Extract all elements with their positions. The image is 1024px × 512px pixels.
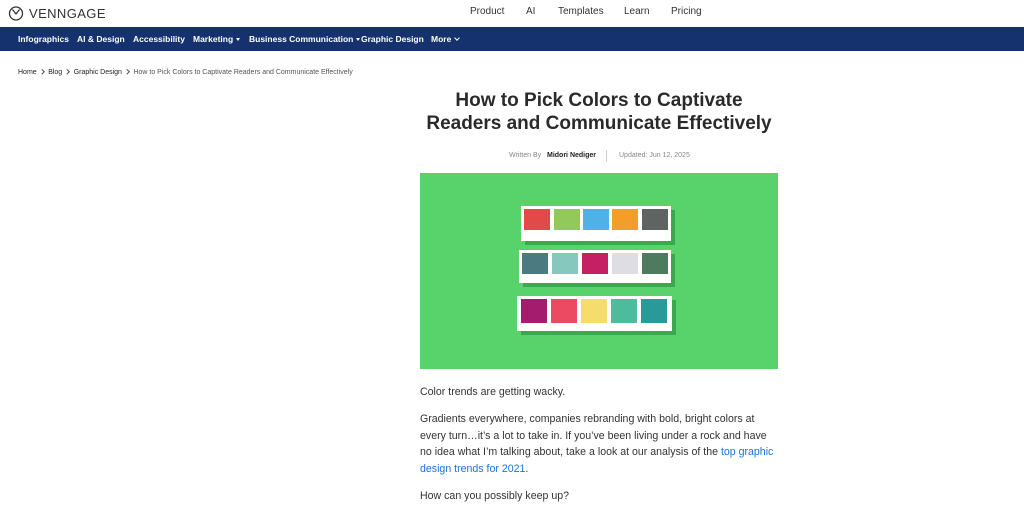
hero-image xyxy=(420,173,778,369)
breadcrumb-graphic-design[interactable]: Graphic Design xyxy=(74,69,122,76)
palette-strip xyxy=(519,250,671,283)
meta-divider xyxy=(606,150,607,162)
paragraph-text: Gradients everywhere, companies rebrandi… xyxy=(420,413,767,458)
breadcrumb-current: How to Pick Colors to Captivate Readers … xyxy=(133,68,353,76)
breadcrumb: Home Blog Graphic Design How to Pick Col… xyxy=(18,67,353,77)
category-label: Marketing xyxy=(193,34,234,44)
written-by-label: Written By xyxy=(509,152,542,159)
category-ai-design[interactable]: AI & Design xyxy=(77,34,125,44)
color-swatch xyxy=(521,299,547,323)
top-nav-pricing[interactable]: Pricing xyxy=(671,6,702,17)
top-nav-learn[interactable]: Learn xyxy=(624,6,650,17)
color-swatch xyxy=(641,299,667,323)
category-label: AI & Design xyxy=(77,34,125,44)
color-swatch xyxy=(612,209,638,230)
color-swatch xyxy=(551,299,577,323)
caret-down-icon xyxy=(236,38,241,41)
color-swatch xyxy=(524,209,550,230)
color-swatch xyxy=(642,253,668,274)
category-accessibility[interactable]: Accessibility xyxy=(133,34,185,44)
category-label: Graphic Design xyxy=(361,34,424,44)
category-graphic-design[interactable]: Graphic Design xyxy=(361,34,424,44)
article-paragraph: Gradients everywhere, companies rebrandi… xyxy=(420,411,780,477)
top-bar: VENNGAGE Product AI Templates Learn Pric… xyxy=(0,0,1024,27)
category-label: More xyxy=(431,34,452,44)
breadcrumb-home[interactable]: Home xyxy=(18,69,37,76)
article-paragraph: How can you possibly keep up? xyxy=(420,490,569,502)
chevron-right-icon xyxy=(124,69,130,75)
chevron-right-icon xyxy=(38,69,44,75)
top-nav-templates[interactable]: Templates xyxy=(558,6,604,17)
palette-strip xyxy=(517,296,672,331)
color-swatch xyxy=(522,253,548,274)
breadcrumb-blog[interactable]: Blog xyxy=(48,69,62,76)
category-marketing[interactable]: Marketing xyxy=(193,34,241,44)
color-swatch xyxy=(554,209,580,230)
color-swatch xyxy=(582,253,608,274)
top-nav: Product AI Templates Learn Pricing xyxy=(0,6,1024,20)
top-nav-product[interactable]: Product xyxy=(470,6,504,17)
color-swatch xyxy=(611,299,637,323)
category-label: Business Communication xyxy=(249,34,354,44)
updated-date: Updated: Jun 12, 2025 xyxy=(619,152,690,159)
color-swatch xyxy=(642,209,668,230)
category-infographics[interactable]: Infographics xyxy=(18,34,69,44)
color-swatch xyxy=(612,253,638,274)
color-swatch xyxy=(552,253,578,274)
chevron-down-icon xyxy=(454,35,461,41)
article-paragraph: Color trends are getting wacky. xyxy=(420,386,566,398)
color-swatch xyxy=(581,299,607,323)
caret-down-icon xyxy=(356,38,361,41)
author-name[interactable]: Midori Nediger xyxy=(547,152,596,159)
category-label: Accessibility xyxy=(133,34,185,44)
color-swatch xyxy=(583,209,609,230)
article-meta: Written By Midori Nediger Updated: Jun 1… xyxy=(420,150,778,162)
paragraph-text-end: . xyxy=(525,462,529,475)
chevron-right-icon xyxy=(64,69,70,75)
article-title-line-1: How to Pick Colors to Captivate xyxy=(455,90,743,111)
top-nav-ai[interactable]: AI xyxy=(526,6,535,17)
category-nav: Infographics AI & Design Accessibility M… xyxy=(0,27,1024,51)
category-more[interactable]: More xyxy=(431,34,461,44)
category-business-communication[interactable]: Business Communication xyxy=(249,34,361,44)
article-title: How to Pick Colors to Captivate Readers … xyxy=(400,89,798,135)
palette-strip xyxy=(521,206,671,241)
article-title-line-2: Readers and Communicate Effectively xyxy=(426,113,772,134)
category-label: Infographics xyxy=(18,34,70,44)
